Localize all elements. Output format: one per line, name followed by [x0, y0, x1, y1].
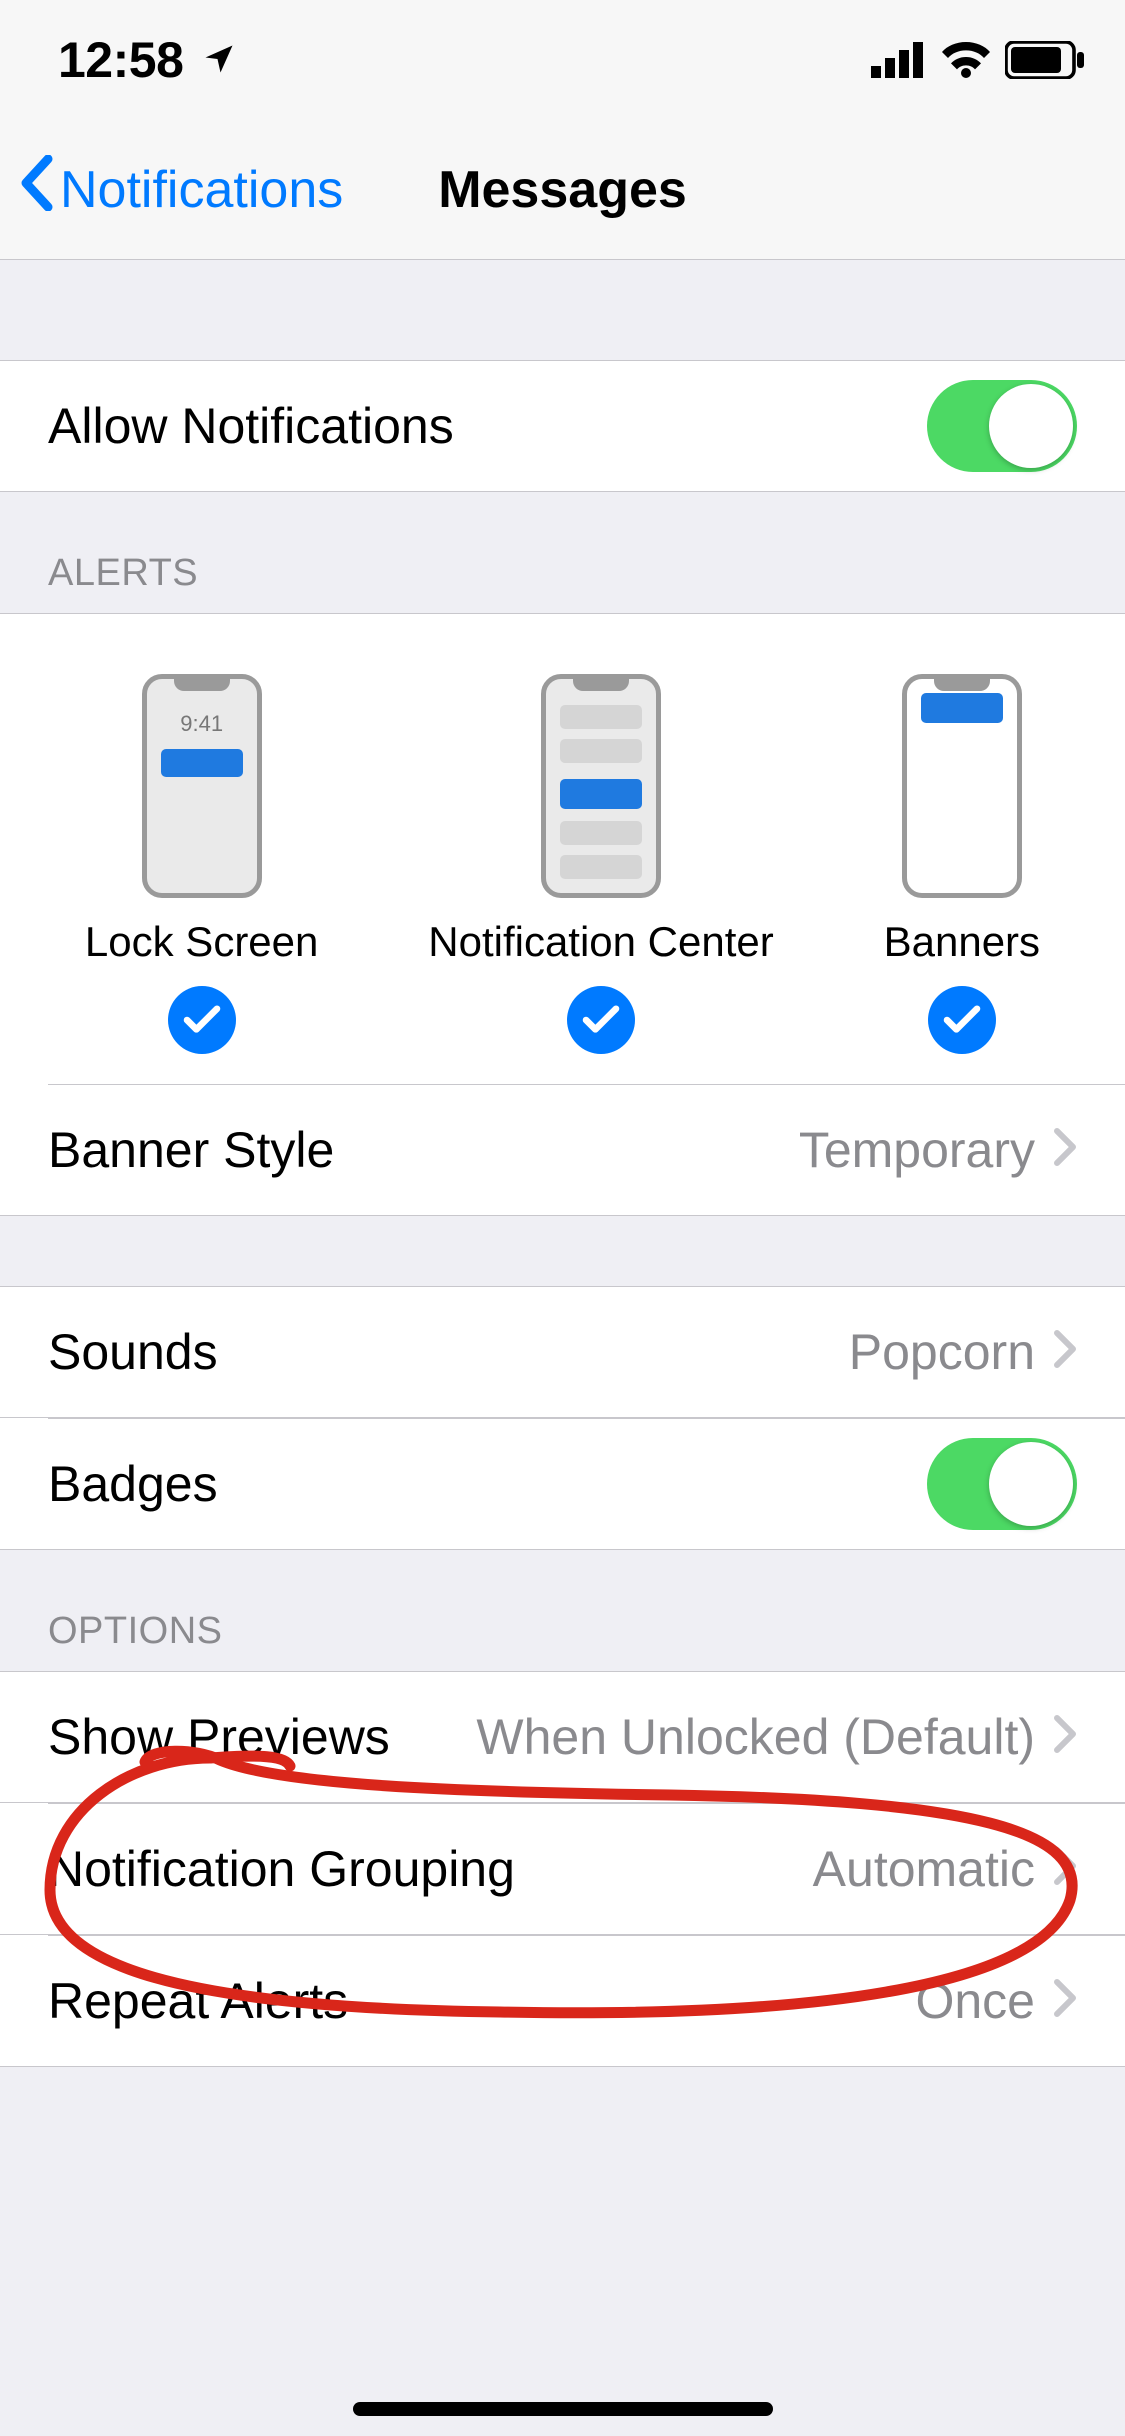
banners-thumb-icon	[902, 674, 1022, 898]
repeat-alerts-value: Once	[915, 1972, 1035, 2030]
status-bar: 12:58	[0, 0, 1125, 120]
allow-notifications-toggle[interactable]	[927, 380, 1077, 472]
alert-option-label: Banners	[884, 918, 1040, 966]
sounds-value: Popcorn	[849, 1323, 1035, 1381]
notification-grouping-value: Automatic	[813, 1840, 1035, 1898]
options-header: OPTIONS	[0, 1550, 1125, 1671]
page-title: Messages	[438, 160, 687, 220]
home-indicator[interactable]	[353, 2402, 773, 2416]
nav-bar: Notifications Messages	[0, 120, 1125, 260]
cellular-icon	[871, 42, 927, 78]
alert-option-banners[interactable]: Banners	[884, 674, 1040, 1054]
alerts-header: ALERTS	[0, 492, 1125, 613]
show-previews-value: When Unlocked (Default)	[476, 1708, 1035, 1766]
sounds-row[interactable]: Sounds Popcorn	[0, 1286, 1125, 1418]
wifi-icon	[941, 42, 991, 78]
notification-grouping-label: Notification Grouping	[48, 1840, 813, 1898]
chevron-right-icon	[1053, 1708, 1077, 1766]
chevron-left-icon	[18, 155, 54, 224]
checkmark-icon[interactable]	[928, 986, 996, 1054]
back-label: Notifications	[60, 160, 343, 220]
checkmark-icon[interactable]	[567, 986, 635, 1054]
battery-icon	[1005, 41, 1085, 79]
notification-center-thumb-icon	[541, 674, 661, 898]
repeat-alerts-label: Repeat Alerts	[48, 1972, 915, 2030]
badges-label: Badges	[48, 1455, 927, 1513]
notification-grouping-row[interactable]: Notification Grouping Automatic	[0, 1803, 1125, 1935]
location-icon	[201, 31, 237, 89]
banner-style-label: Banner Style	[48, 1121, 799, 1179]
banner-style-row[interactable]: Banner Style Temporary	[0, 1084, 1125, 1216]
chevron-right-icon	[1053, 1972, 1077, 2030]
badges-row[interactable]: Badges	[0, 1418, 1125, 1550]
sounds-label: Sounds	[48, 1323, 849, 1381]
repeat-alerts-row[interactable]: Repeat Alerts Once	[0, 1935, 1125, 2067]
lock-screen-thumb-icon: 9:41	[142, 674, 262, 898]
chevron-right-icon	[1053, 1121, 1077, 1179]
chevron-right-icon	[1053, 1840, 1077, 1898]
show-previews-label: Show Previews	[48, 1708, 476, 1766]
alert-option-label: Notification Center	[428, 918, 774, 966]
back-button[interactable]: Notifications	[0, 155, 343, 224]
alert-option-lock-screen[interactable]: 9:41 Lock Screen	[85, 674, 318, 1054]
alerts-preview-group: 9:41 Lock Screen Notification Center	[0, 613, 1125, 1216]
allow-notifications-row[interactable]: Allow Notifications	[0, 360, 1125, 492]
alert-option-notification-center[interactable]: Notification Center	[428, 674, 774, 1054]
alert-option-label: Lock Screen	[85, 918, 318, 966]
checkmark-icon[interactable]	[168, 986, 236, 1054]
status-time: 12:58	[58, 31, 183, 89]
badges-toggle[interactable]	[927, 1438, 1077, 1530]
show-previews-row[interactable]: Show Previews When Unlocked (Default)	[0, 1671, 1125, 1803]
allow-notifications-label: Allow Notifications	[48, 397, 927, 455]
chevron-right-icon	[1053, 1323, 1077, 1381]
banner-style-value: Temporary	[799, 1121, 1035, 1179]
lock-screen-thumb-time: 9:41	[147, 711, 257, 737]
